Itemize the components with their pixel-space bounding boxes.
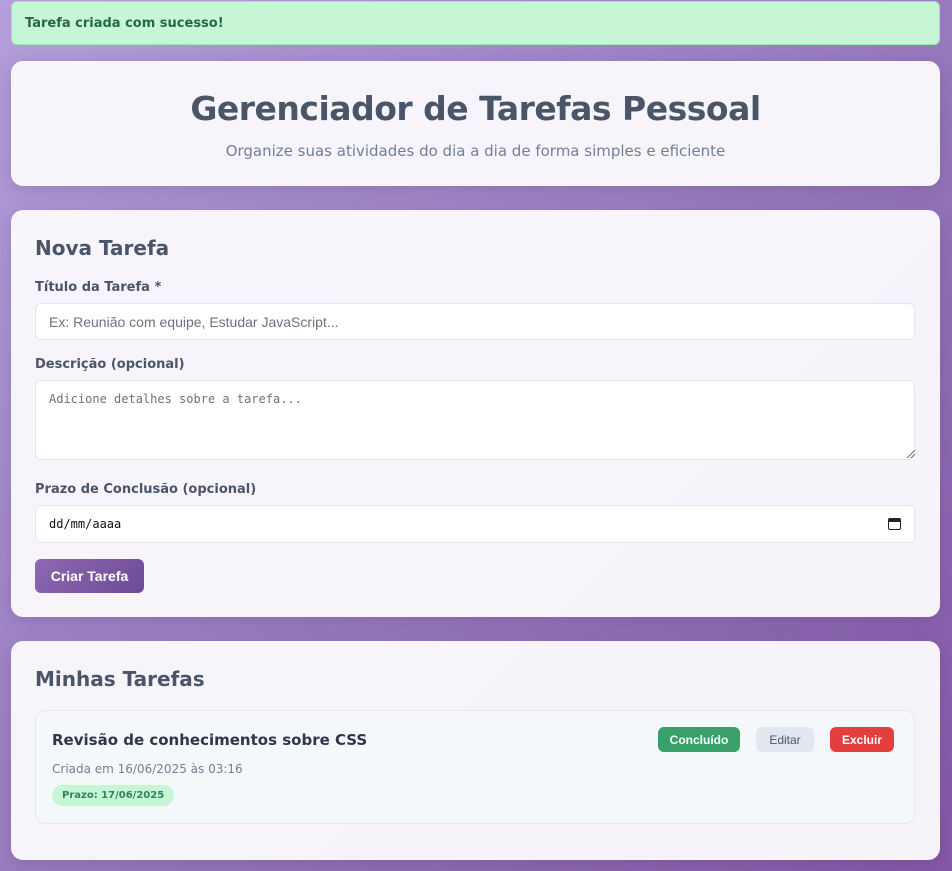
task-list-card: Minhas Tarefas Revisão de conhecimentos … bbox=[11, 641, 940, 860]
task-item: Revisão de conhecimentos sobre CSS Criad… bbox=[35, 710, 915, 824]
deadline-label: Prazo de Conclusão (opcional) bbox=[35, 482, 257, 497]
description-wrapper bbox=[11, 380, 940, 460]
new-task-form: Nova Tarefa Título da Tarefa * Descrição… bbox=[11, 210, 940, 617]
task-title: Revisão de conhecimentos sobre CSS bbox=[52, 731, 368, 749]
page-subtitle: Organize suas atividades do dia a dia de… bbox=[225, 142, 726, 160]
deadline-placeholder: dd/mm/aaaa bbox=[49, 517, 122, 531]
task-description-textarea[interactable] bbox=[35, 380, 915, 460]
resize-grip-icon[interactable] bbox=[907, 450, 915, 458]
new-task-heading: Nova Tarefa bbox=[35, 236, 170, 260]
task-created-date: Criada em 16/06/2025 às 03:16 bbox=[52, 762, 243, 776]
create-task-button[interactable]: Criar Tarefa bbox=[35, 559, 144, 593]
deadline-badge: Prazo: 17/06/2025 bbox=[52, 785, 175, 806]
calendar-icon[interactable] bbox=[888, 518, 901, 530]
mark-done-button[interactable]: Concluído bbox=[658, 727, 740, 752]
success-toast: Tarefa criada com sucesso! bbox=[11, 1, 940, 45]
title-label: Título da Tarefa * bbox=[35, 280, 162, 295]
delete-task-button[interactable]: Excluir bbox=[830, 727, 894, 752]
description-label: Descrição (opcional) bbox=[35, 357, 185, 372]
page-title: Gerenciador de Tarefas Pessoal bbox=[190, 89, 761, 128]
task-title-input[interactable] bbox=[35, 303, 915, 340]
header-card: Gerenciador de Tarefas Pessoal Organize … bbox=[11, 61, 940, 186]
edit-task-button[interactable]: Editar bbox=[756, 727, 814, 752]
task-list-heading: Minhas Tarefas bbox=[35, 667, 205, 691]
deadline-date-input[interactable]: dd/mm/aaaa bbox=[35, 505, 915, 543]
toast-message: Tarefa criada com sucesso! bbox=[25, 15, 224, 31]
